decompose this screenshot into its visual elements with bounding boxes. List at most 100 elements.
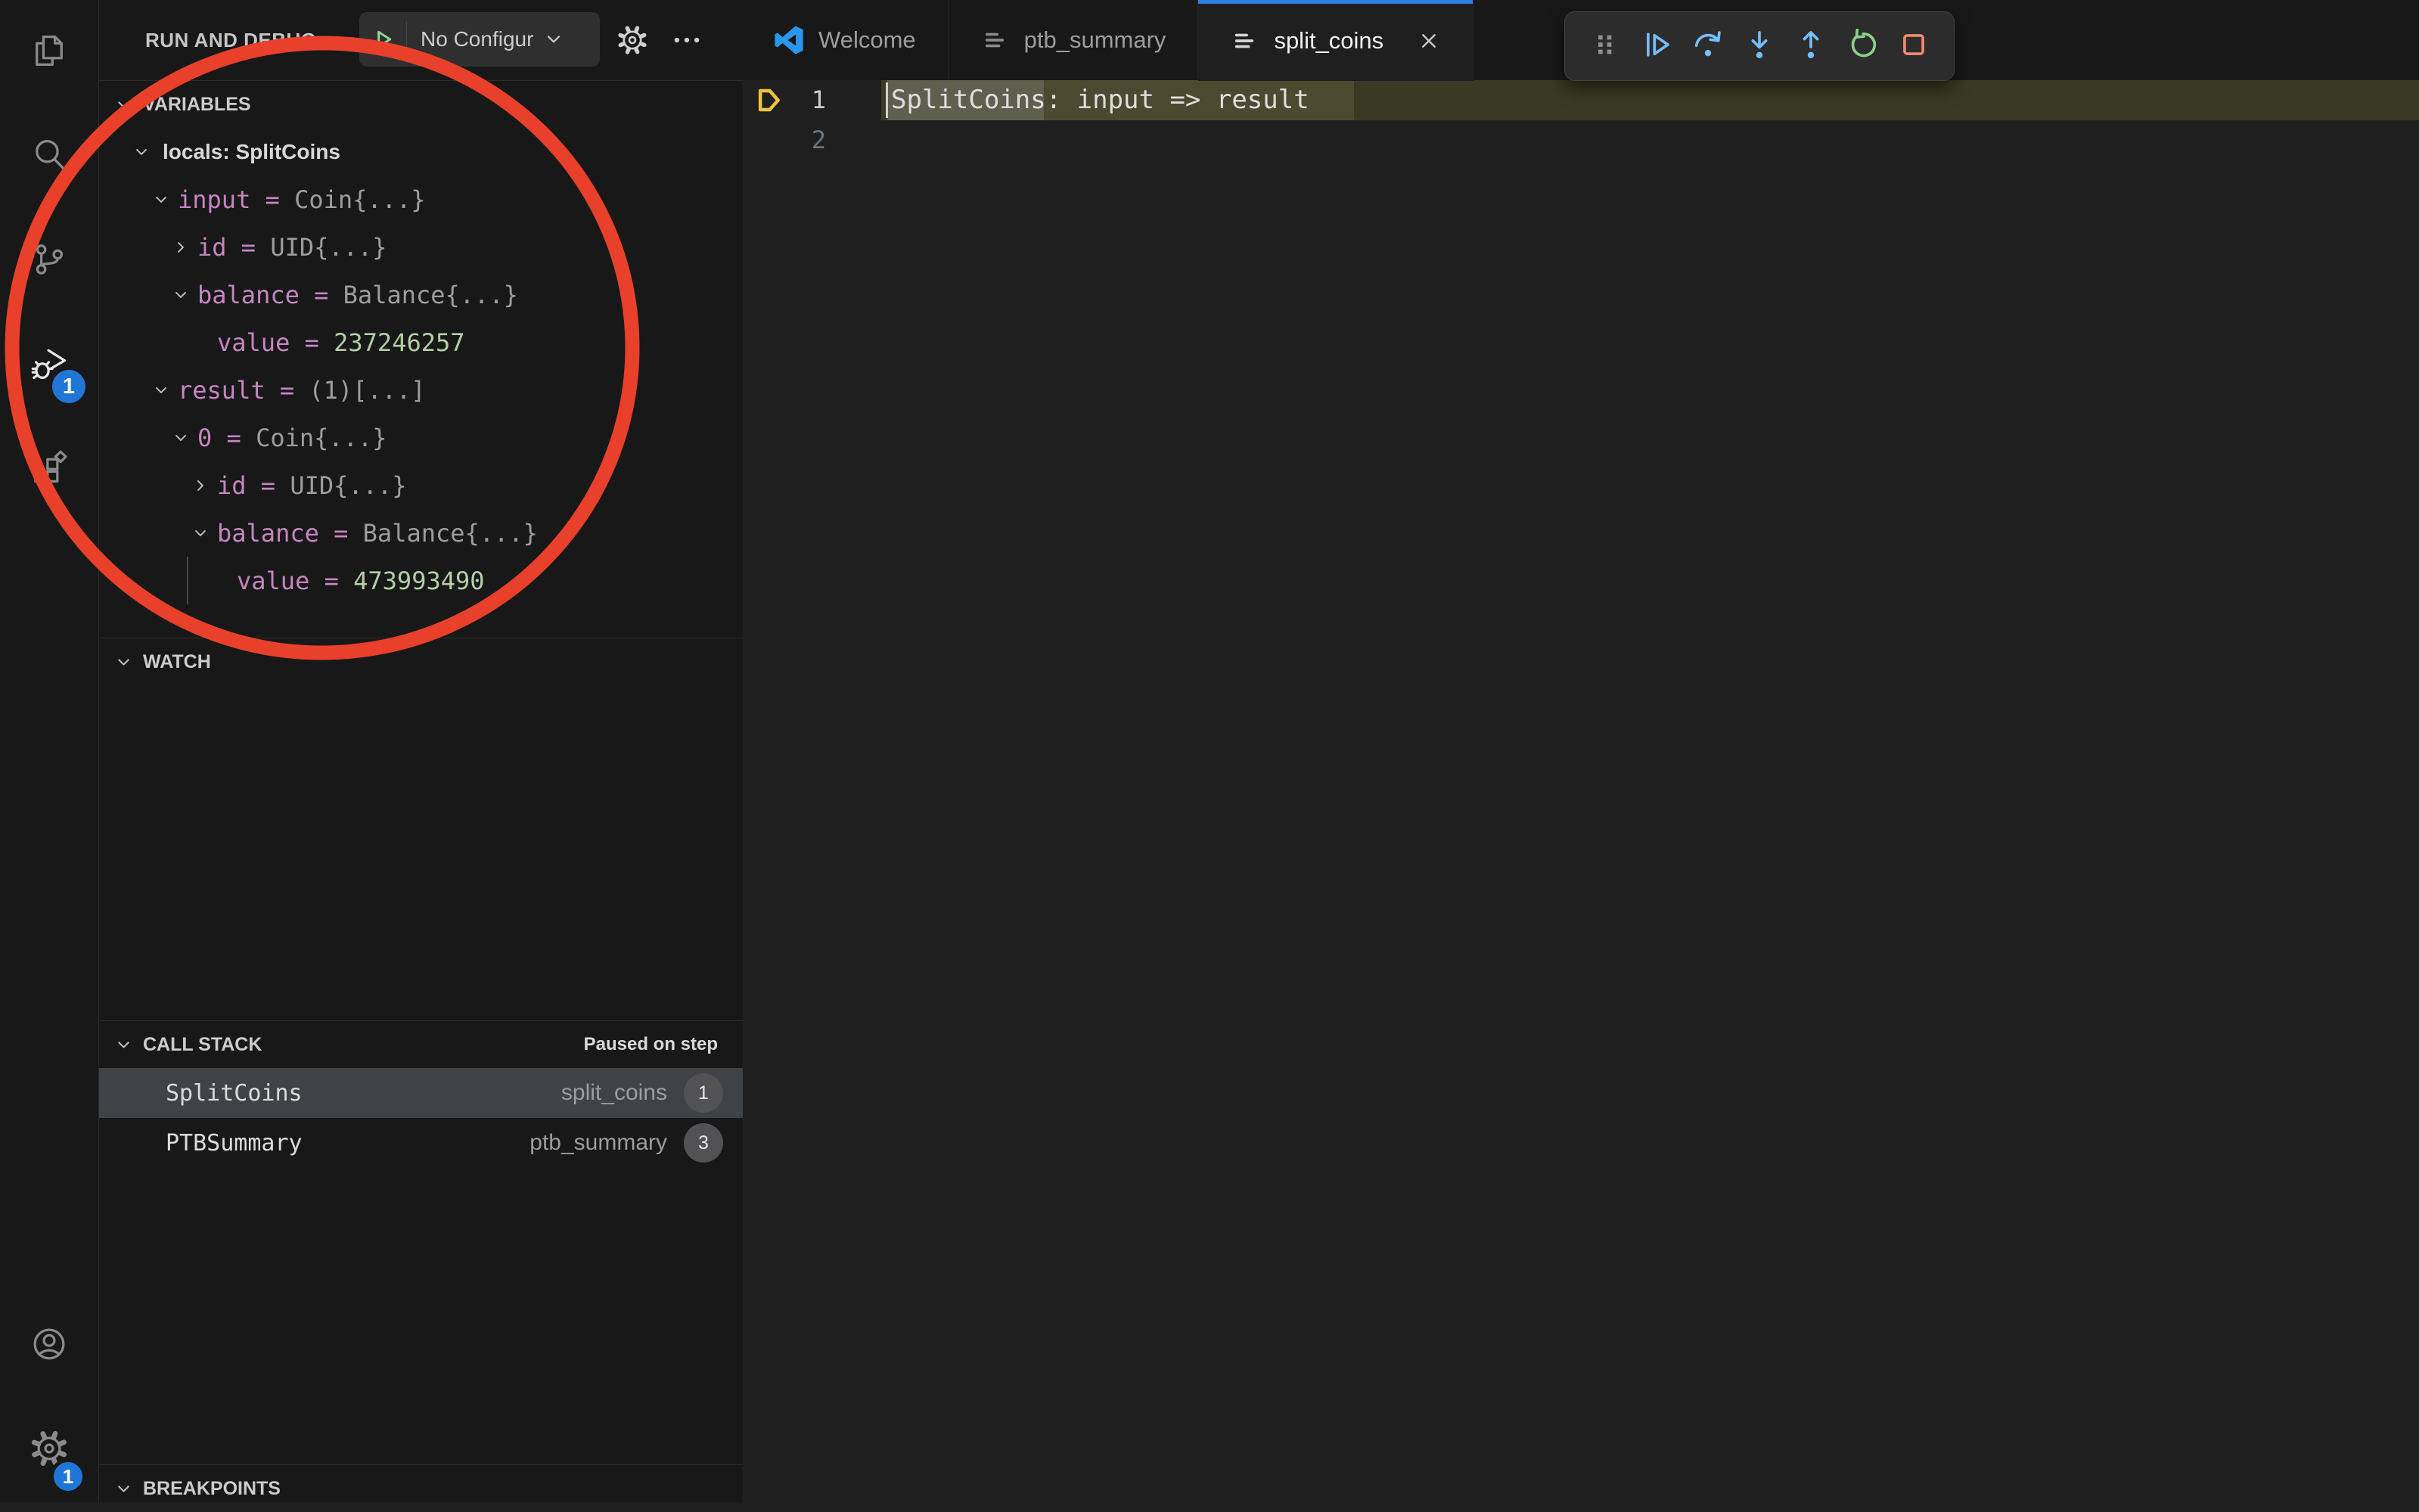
variable-name: id [197,233,227,262]
line-number[interactable]: 1 [743,80,826,120]
variables-tree: locals: SplitCoinsinput = Coin{...}id = … [99,128,743,604]
call-stack-status: Paused on step [584,1034,718,1055]
restart-button[interactable] [1840,23,1884,70]
variable-row-value[interactable]: value = 237246257 [99,318,743,366]
call-stack-section-header[interactable]: CALL STACK Paused on step [99,1020,743,1068]
variable-value: Coin{...} [256,424,387,452]
call-stack-header-label: CALL STACK [143,1034,262,1056]
variable-name: value [237,567,309,595]
variable-row-balance[interactable]: balance = Balance{...} [99,509,743,557]
variable-value: 237246257 [334,328,464,357]
step-over-icon [1691,27,1725,66]
twistie-right-icon [184,476,217,495]
variable-name: result [178,376,266,405]
stop-button[interactable] [1892,23,1936,70]
activity-badge: 1 [50,1458,86,1495]
frame-source: split_coins [561,1080,667,1106]
variable-name: balance [197,281,300,309]
source-control-icon [30,240,69,283]
variable-row-id[interactable]: id = UID{...} [99,461,743,509]
close-icon[interactable] [1417,29,1441,53]
activity-item-extensions[interactable] [0,418,98,522]
variable-value: UID{...} [270,233,387,262]
tab-label: Welcome [818,26,916,54]
debug-settings-icon[interactable] [616,0,648,80]
chevron-down-icon [542,28,565,51]
variable-row-balance[interactable]: balance = Balance{...} [99,271,743,318]
search-icon [30,135,69,179]
twistie-right-icon [164,238,197,257]
twistie-down-icon [164,428,197,448]
line-number[interactable]: 2 [743,120,826,160]
variable-name: input [178,185,250,214]
activity-item-search[interactable] [0,104,98,209]
variable-name: id [217,471,247,500]
vscode-logo-icon [775,26,803,54]
activity-item-run-and-debug[interactable]: 1 [0,313,98,418]
list-file-icon [980,26,1009,54]
editor-tab-split_coins[interactable]: split_coins [1198,0,1473,81]
start-debugging-icon[interactable] [359,22,407,57]
activity-item-explorer[interactable] [0,0,98,104]
twistie-down-icon [144,380,178,400]
step-into-icon [1742,27,1777,66]
activity-item-accounts[interactable] [0,1293,98,1398]
step-over-button[interactable] [1686,23,1730,70]
code-editor[interactable]: 1 SplitCoins: input => result 2 [743,80,2419,1502]
watch-section-header[interactable]: WATCH [99,638,743,685]
variable-row-value[interactable]: value = 473993490 [99,557,743,604]
step-out-button[interactable] [1789,23,1833,70]
extensions-icon [30,449,69,492]
editor-line-2: 2 [743,120,2419,160]
variable-row-id[interactable]: id = UID{...} [99,223,743,271]
list-file-icon [1230,26,1259,55]
activity-item-settings[interactable]: 1 [0,1398,98,1502]
scope-label: locals: SplitCoins [158,140,340,164]
activity-badge: 1 [48,366,89,407]
frame-line-badge: 1 [684,1073,723,1113]
editor-line-1: 1 SplitCoins: input => result [743,80,2419,120]
twistie-down-icon [144,190,178,210]
drag-handle[interactable] [1583,23,1627,70]
restart-icon [1845,27,1880,66]
variable-row-0[interactable]: 0 = Coin{...} [99,414,743,461]
variable-value: 473993490 [353,567,484,595]
sidebar-title: RUN AND DEBUG [145,0,317,80]
breakpoints-section-header[interactable]: BREAKPOINTS [99,1464,743,1512]
debug-config-dropdown[interactable]: No Configur [359,12,600,67]
breakpoints-header-label: BREAKPOINTS [143,1478,281,1500]
twistie-down-icon [184,523,217,543]
call-stack-frame-SplitCoins[interactable]: SplitCoins split_coins 1 [99,1068,743,1118]
activity-item-source-control[interactable] [0,209,98,313]
watch-body [99,685,743,1020]
files-icon [30,31,69,74]
variable-value: (1)[...] [309,376,425,405]
variable-value: UID{...} [290,471,406,500]
frame-name: SplitCoins [166,1080,303,1107]
editor-tab-Welcome[interactable]: Welcome [743,0,949,80]
more-actions-icon[interactable] [671,0,703,80]
editor-tab-ptb_summary[interactable]: ptb_summary [949,0,1199,80]
run-and-debug-sidebar: RUN AND DEBUG No Configur VARIABLES loca… [99,0,743,1502]
call-stack-list: SplitCoins split_coins 1 PTBSummaryptb_summ… [99,1068,743,1168]
code-text: SplitCoins: input => result [891,80,1309,120]
variable-row-input[interactable]: input = Coin{...} [99,175,743,223]
variable-name: value [217,328,290,357]
twistie-down-icon [125,142,158,162]
tab-label: split_coins [1274,27,1383,54]
activity-bar: 11 [0,0,99,1502]
variable-name: 0 [197,424,212,452]
indent-guide [187,557,188,604]
frame-line-badge: 3 [684,1123,723,1163]
variables-scope-row[interactable]: locals: SplitCoins [99,128,743,175]
variable-value: Balance{...} [363,519,538,548]
variables-section-header[interactable]: VARIABLES [99,80,743,128]
variable-row-result[interactable]: result = (1)[...] [99,366,743,414]
variable-name: balance [217,519,319,548]
continue-button[interactable] [1635,23,1678,70]
stop-icon [1896,27,1931,66]
variable-value: Coin{...} [294,185,425,214]
step-into-button[interactable] [1737,23,1781,70]
call-stack-frame-PTBSummary[interactable]: PTBSummaryptb_summary3 [99,1118,743,1168]
editor-area: Welcome ptb_summary split_coins 1 SplitCoin… [743,0,2419,1502]
